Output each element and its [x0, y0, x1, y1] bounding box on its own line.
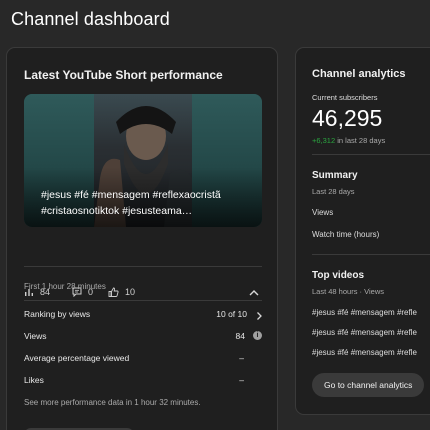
subscribers-count: 46,295: [312, 105, 383, 131]
footer-note: See more performance data in 1 hour 32 m…: [24, 398, 201, 407]
likes-value: –: [239, 375, 244, 385]
likes-stat: 10: [108, 287, 135, 297]
subscribers-change: +6,312 in last 28 days: [312, 136, 386, 145]
short-caption: #jesus #fé #mensagem #reflexaocristã #cr…: [41, 189, 221, 217]
avg-percentage-value: –: [239, 353, 244, 363]
chevron-right-icon[interactable]: [255, 308, 263, 326]
top-video-item[interactable]: #jesus #fé #mensagem #refle: [312, 308, 417, 317]
channel-analytics-card: Channel analytics Current subscribers 46…: [295, 47, 430, 415]
ranking-value: 10 of 10: [216, 309, 247, 319]
latest-short-card: Latest YouTube Short performance #jesus …: [6, 47, 278, 430]
short-thumbnail[interactable]: #jesus #fé #mensagem #reflexaocristã #cr…: [24, 94, 262, 227]
card-title: Latest YouTube Short performance: [24, 68, 223, 82]
info-icon[interactable]: i: [253, 331, 262, 340]
top-video-item[interactable]: #jesus #fé #mensagem #refle: [312, 348, 417, 357]
divider: [24, 300, 262, 301]
thumbs-up-icon: [108, 287, 119, 297]
top-video-item[interactable]: #jesus #fé #mensagem #refle: [312, 328, 417, 337]
divider: [24, 266, 262, 267]
top-videos-title: Top videos: [312, 270, 365, 281]
likes-label: Likes: [24, 375, 44, 385]
go-to-channel-analytics-button[interactable]: Go to channel analytics: [312, 373, 425, 397]
page-title: Channel dashboard: [11, 9, 170, 29]
chevron-up-icon[interactable]: [248, 288, 260, 300]
dashboard-page: Channel dashboard Latest YouTube Short p…: [0, 0, 430, 430]
summary-watch-time: Watch time (hours): [312, 230, 380, 239]
summary-period: Last 28 days: [312, 187, 355, 196]
divider: [312, 254, 430, 255]
views-value: 84: [235, 331, 245, 341]
views-label: Views: [24, 331, 47, 341]
avg-percentage-label: Average percentage viewed: [24, 353, 130, 363]
divider: [312, 154, 430, 155]
performance-period: First 1 hour 28 minutes: [24, 282, 106, 291]
card-title: Channel analytics: [312, 68, 406, 80]
top-videos-period: Last 48 hours · Views: [312, 287, 384, 296]
ranking-label: Ranking by views: [24, 309, 91, 319]
summary-title: Summary: [312, 170, 358, 181]
subscribers-label: Current subscribers: [312, 93, 378, 102]
summary-views: Views: [312, 208, 334, 217]
